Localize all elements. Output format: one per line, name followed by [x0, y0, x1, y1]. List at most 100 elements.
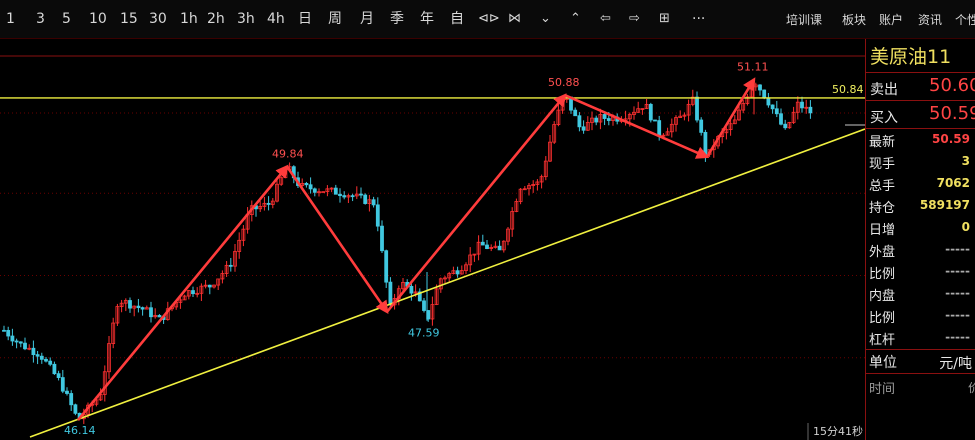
- candle-body: [128, 300, 132, 309]
- contract-title: 美原油11: [870, 46, 952, 68]
- quote-row: 杠杆 -----: [866, 328, 975, 350]
- menu-3[interactable]: 资讯: [918, 10, 942, 30]
- period-7[interactable]: 2h: [207, 9, 225, 29]
- candlestick-chart[interactable]: 46.14 49.84 47.59 50.88 51.11 50.84 15分41秒: [0, 39, 865, 440]
- scroll-up-icon[interactable]: ⌃: [570, 9, 581, 29]
- candle-body: [308, 184, 313, 190]
- quote-row-label: 总手: [869, 179, 896, 194]
- scroll-down-icon[interactable]: ⌄: [540, 9, 551, 29]
- candle-body: [10, 335, 15, 342]
- candle-body: [480, 241, 485, 246]
- price-annotation: 47.59: [408, 327, 440, 340]
- candle-body: [65, 390, 69, 394]
- candle-body: [31, 347, 36, 356]
- candle-body: [594, 117, 599, 123]
- candle-body: [485, 244, 489, 250]
- period-8[interactable]: 3h: [237, 9, 255, 29]
- candle-body: [388, 281, 393, 306]
- unit-row: 单位 元/吨: [866, 351, 975, 373]
- trend-arrow: [385, 93, 567, 313]
- candle-body: [266, 202, 271, 205]
- price-annotation: 46.14: [64, 424, 96, 437]
- trend-arrow: [76, 164, 289, 421]
- price-annotation: 50.88: [548, 76, 580, 89]
- move-right-icon[interactable]: ⇨: [629, 9, 640, 29]
- buy-label: 买入: [870, 110, 898, 126]
- divider: [866, 373, 975, 374]
- candle-body: [573, 109, 578, 117]
- countdown-timer: 15分41秒: [813, 424, 863, 438]
- move-left-icon[interactable]: ⇦: [600, 9, 611, 29]
- zoom-out-icon[interactable]: ⋈: [508, 9, 521, 29]
- trend-line: [29, 128, 865, 438]
- candle-body: [136, 305, 141, 309]
- quote-panel: 美原油11 卖出 50.60 买入 50.59 最新 50.59 现手 3 总手 7062…: [865, 39, 975, 440]
- toolbar: 1 3 5 10 15 30 1h 2h 3h 4h 日周月季年自 ⊲⊳ ⋈ ⌄ ⌃ ⇦ ⇨ ⊞ ··· 培训课 板块账…: [0, 0, 975, 39]
- candle-body: [657, 120, 662, 136]
- menu-0[interactable]: 培训课: [786, 10, 822, 30]
- candle-body: [766, 97, 771, 106]
- unit-value: 元/吨: [939, 356, 972, 372]
- candle-body: [312, 188, 317, 193]
- menu-1[interactable]: 板块: [842, 10, 866, 30]
- period-5[interactable]: 30: [149, 9, 167, 29]
- price-annotation: 50.84: [832, 83, 864, 96]
- period-2[interactable]: 5: [62, 9, 71, 29]
- period-10[interactable]: 日: [298, 9, 312, 29]
- quote-row-label: 比例: [869, 311, 896, 326]
- candle-body: [6, 330, 11, 337]
- quote-row: 比例 -----: [866, 262, 975, 284]
- candle-body: [304, 182, 309, 186]
- period-11[interactable]: 周: [328, 9, 342, 29]
- candle-body: [581, 126, 586, 131]
- more-button[interactable]: ···: [692, 9, 705, 29]
- divider: [866, 72, 975, 73]
- quote-row-label: 杠杆: [869, 333, 896, 348]
- candle-body: [333, 187, 338, 195]
- period-6[interactable]: 1h: [180, 9, 198, 29]
- period-1[interactable]: 3: [36, 9, 45, 29]
- quote-row-label: 持仓: [869, 201, 896, 216]
- candle-body: [228, 264, 233, 267]
- sell-label: 卖出: [870, 82, 898, 98]
- candle-body: [606, 118, 611, 121]
- time-header: 时间: [869, 382, 896, 397]
- candle-body: [350, 195, 355, 198]
- quote-row-label: 现手: [869, 157, 896, 172]
- candle-body: [56, 373, 61, 378]
- menu-4[interactable]: 个性: [955, 10, 975, 30]
- period-15[interactable]: 自: [450, 9, 464, 29]
- candle-body: [648, 103, 653, 121]
- quote-row-value: 3: [961, 154, 970, 168]
- quote-row-value: -----: [945, 264, 970, 278]
- quote-row-label: 日增: [869, 223, 896, 238]
- candle-body: [770, 104, 775, 110]
- candle-body: [409, 285, 414, 294]
- candle-body: [52, 363, 57, 375]
- zoom-in-icon[interactable]: ⊲⊳: [478, 9, 500, 29]
- menu-2[interactable]: 账户: [879, 10, 903, 30]
- sell-price: 50.60: [929, 75, 975, 96]
- period-12[interactable]: 月: [360, 9, 374, 29]
- divider: [866, 128, 975, 129]
- layout-icon[interactable]: ⊞: [659, 9, 670, 29]
- period-9[interactable]: 4h: [267, 9, 285, 29]
- candle-body: [73, 404, 78, 414]
- candle-body: [35, 354, 40, 357]
- period-14[interactable]: 年: [420, 9, 434, 29]
- quote-row-value: -----: [945, 308, 970, 322]
- candle-body: [48, 360, 53, 365]
- quote-row-label: 内盘: [869, 289, 896, 304]
- candle-body: [774, 108, 779, 115]
- period-0[interactable]: 1: [6, 9, 15, 29]
- quote-row-value: 7062: [936, 176, 970, 190]
- candle-body: [800, 101, 804, 109]
- period-13[interactable]: 季: [390, 9, 404, 29]
- candle-body: [157, 315, 162, 318]
- quote-row-value: -----: [945, 286, 970, 300]
- period-4[interactable]: 15: [120, 9, 138, 29]
- quote-row-value: 50.59: [932, 132, 970, 146]
- period-3[interactable]: 10: [89, 9, 107, 29]
- candle-body: [39, 355, 44, 360]
- candle-body: [149, 307, 153, 318]
